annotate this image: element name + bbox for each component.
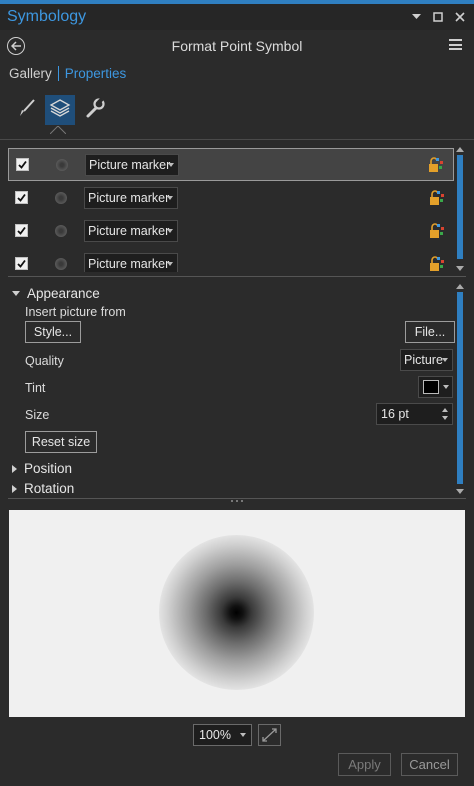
tint-color-picker[interactable] [418, 376, 453, 398]
layer-type-dropdown[interactable]: Picture marker [84, 219, 178, 242]
properties-link[interactable]: Properties [65, 66, 127, 81]
preview-symbol-image [159, 535, 314, 690]
appearance-scrollbar[interactable] [456, 283, 464, 495]
nav-separator [57, 66, 59, 81]
lock-icon[interactable] [428, 156, 444, 173]
symbol-preview [9, 510, 465, 717]
tab-symbol[interactable] [12, 95, 42, 125]
insert-picture-label: Insert picture from [25, 305, 126, 319]
appearance-section-toggle[interactable]: Appearance [12, 286, 100, 301]
scroll-up-icon[interactable] [456, 147, 464, 152]
layer-type-dropdown[interactable]: Picture marker [84, 186, 178, 209]
scroll-down-icon[interactable] [456, 489, 464, 494]
style-button[interactable]: Style... [25, 321, 81, 343]
size-label: Size [25, 408, 50, 422]
appearance-panel: Appearance Insert picture from Style... … [0, 281, 474, 496]
chevron-right-icon [12, 464, 17, 473]
quality-value: Picture [404, 353, 443, 367]
layer-row[interactable]: Picture marker [8, 247, 454, 272]
layer-type-label: Picture marker [88, 256, 170, 271]
layer-type-label: Picture marker [88, 190, 170, 205]
scroll-up-icon[interactable] [456, 284, 464, 289]
paintbrush-icon [17, 98, 37, 123]
back-arrow-icon[interactable] [7, 37, 25, 55]
scroll-thumb[interactable] [457, 292, 463, 484]
gallery-link[interactable]: Gallery [9, 66, 52, 81]
wrench-icon [84, 96, 106, 124]
file-button[interactable]: File... [405, 321, 455, 343]
chevron-down-icon [12, 291, 20, 296]
hamburger-menu-icon[interactable] [449, 39, 462, 50]
cancel-button[interactable]: Cancel [401, 753, 458, 776]
layer-row[interactable]: Picture marker [8, 181, 454, 214]
tint-swatch [423, 380, 439, 394]
layer-list-divider [8, 276, 466, 277]
layer-list-scrollbar[interactable] [456, 146, 464, 272]
chevron-down-icon[interactable] [410, 11, 422, 23]
pane-header: Format Point Symbol [0, 32, 474, 60]
resize-grip[interactable] [231, 500, 243, 502]
appearance-heading: Appearance [27, 286, 100, 301]
restore-icon[interactable] [432, 11, 444, 23]
toggle-preview-icon[interactable] [258, 724, 281, 746]
tab-structure[interactable] [80, 95, 110, 125]
layer-type-dropdown[interactable]: Picture marker [85, 153, 179, 176]
view-switcher: Gallery Properties [9, 66, 126, 81]
size-stepper[interactable]: 16 pt [376, 403, 453, 425]
lock-icon[interactable] [429, 189, 445, 206]
layers-icon [49, 97, 71, 124]
layer-visibility-checkbox[interactable] [15, 257, 28, 270]
rotation-heading: Rotation [24, 481, 75, 496]
zoom-value: 100% [199, 728, 231, 742]
preview-divider [8, 498, 466, 499]
window-controls [410, 11, 474, 23]
layer-visibility-checkbox[interactable] [15, 191, 28, 204]
zoom-dropdown[interactable]: 100% [193, 724, 252, 746]
layer-preview-icon [55, 191, 67, 204]
increment-icon[interactable] [442, 408, 448, 412]
layer-preview-icon [56, 158, 68, 171]
property-tabs [0, 92, 474, 140]
layer-type-label: Picture marker [89, 157, 171, 172]
layer-preview-icon [55, 224, 67, 237]
rotation-section-toggle[interactable]: Rotation [12, 481, 74, 496]
chevron-right-icon [12, 484, 17, 493]
position-section-toggle[interactable]: Position [12, 461, 72, 476]
quality-label: Quality [25, 354, 64, 368]
window-title: Symbology [7, 8, 87, 25]
close-icon[interactable] [454, 11, 466, 23]
quality-dropdown[interactable]: Picture [400, 349, 453, 371]
layer-visibility-checkbox[interactable] [16, 158, 29, 171]
layer-row[interactable]: Picture marker [8, 148, 454, 181]
layer-preview-icon [55, 257, 67, 270]
layer-row[interactable]: Picture marker [8, 214, 454, 247]
lock-icon[interactable] [429, 222, 445, 239]
layer-type-label: Picture marker [88, 223, 170, 238]
pane-title: Format Point Symbol [171, 38, 303, 54]
tint-label: Tint [25, 381, 46, 395]
layer-visibility-checkbox[interactable] [15, 224, 28, 237]
reset-size-button[interactable]: Reset size [25, 431, 97, 453]
apply-button[interactable]: Apply [338, 753, 391, 776]
layer-type-dropdown[interactable]: Picture marker [84, 252, 178, 272]
size-value: 16 pt [381, 407, 409, 421]
scroll-down-icon[interactable] [456, 266, 464, 271]
active-tab-caret [50, 126, 66, 134]
position-heading: Position [24, 461, 73, 476]
tab-layers[interactable] [45, 95, 75, 125]
decrement-icon[interactable] [442, 416, 448, 420]
lock-icon[interactable] [429, 255, 445, 272]
window-titlebar: Symbology [0, 4, 474, 30]
symbol-layer-list: Picture marker Picture marker Picture ma… [8, 146, 454, 272]
scroll-thumb[interactable] [457, 155, 463, 259]
